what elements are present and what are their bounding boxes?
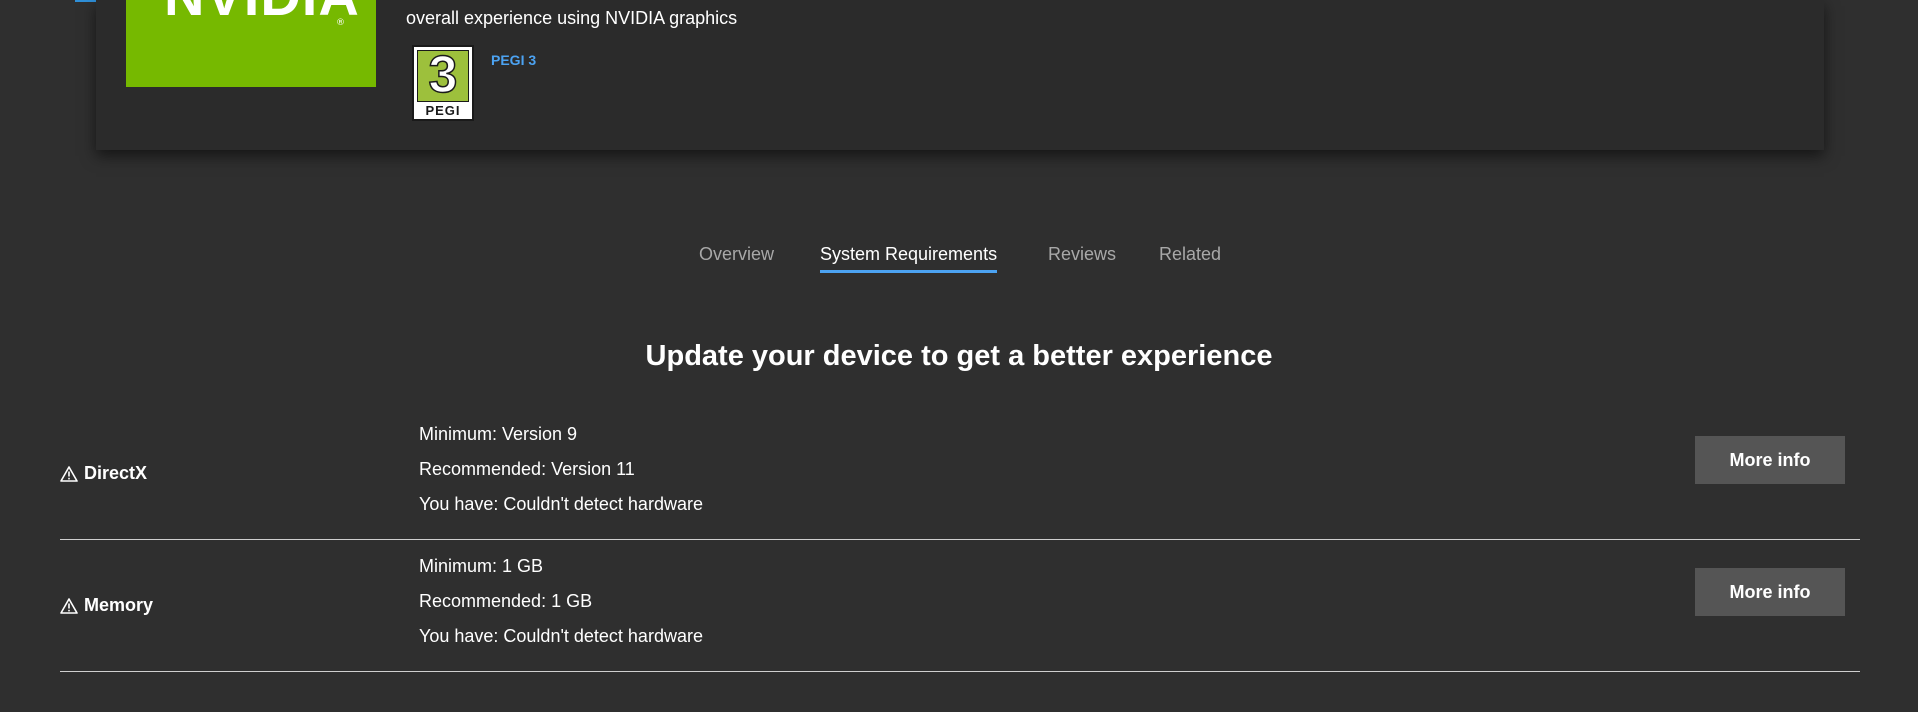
pegi-rating-link[interactable]: PEGI 3 — [491, 52, 536, 68]
pegi-rating-word: PEGI — [425, 103, 461, 118]
logo-text: NVIDIA — [164, 0, 360, 24]
pegi-rating-icon: 3 PEGI — [412, 45, 474, 121]
requirement-minimum: Minimum: Version 9 — [419, 424, 578, 444]
requirement-you-have: You have: Couldn't detect hardware — [419, 626, 703, 646]
product-tabs: Overview System Requirements Reviews Rel… — [0, 244, 1918, 278]
pegi-rating-number: 3 — [428, 45, 458, 105]
requirement-name: DirectX — [84, 463, 148, 483]
tab-system-requirements[interactable]: System Requirements — [820, 244, 998, 273]
pegi-rating-panel: 3 — [417, 45, 469, 105]
requirement-name: Memory — [84, 595, 154, 615]
section-heading: Update your device to get a better exper… — [645, 340, 1273, 372]
product-description: overall experience using NVIDIA graphics — [406, 8, 738, 28]
registered-mark: ® — [336, 18, 345, 28]
requirement-label: Memory — [60, 595, 153, 616]
requirement-row-memory: Memory Minimum: 1 GB Recommended: 1 GB Y… — [60, 540, 1860, 672]
tab-overview[interactable]: Overview — [699, 244, 774, 271]
warning-icon — [60, 465, 78, 482]
app-page: NVIDIA ® overall experience using NVIDIA… — [0, 0, 1918, 712]
tab-reviews[interactable]: Reviews — [1048, 244, 1116, 271]
requirement-details: Minimum: Version 9 Recommended: Version … — [419, 424, 703, 529]
more-info-button[interactable]: More info — [1695, 436, 1845, 484]
requirement-row-directx: DirectX Minimum: Version 9 Recommended: … — [60, 408, 1860, 540]
more-info-button[interactable]: More info — [1695, 568, 1845, 616]
requirement-recommended: Recommended: Version 11 — [419, 459, 635, 479]
tab-related[interactable]: Related — [1159, 244, 1221, 271]
requirement-minimum: Minimum: 1 GB — [419, 556, 544, 576]
requirement-you-have: You have: Couldn't detect hardware — [419, 494, 703, 514]
requirement-recommended: Recommended: 1 GB — [419, 591, 593, 611]
requirement-label: DirectX — [60, 463, 147, 484]
requirement-details: Minimum: 1 GB Recommended: 1 GB You have… — [419, 556, 703, 661]
product-logo: NVIDIA ® — [126, 0, 376, 87]
warning-icon — [60, 597, 78, 614]
